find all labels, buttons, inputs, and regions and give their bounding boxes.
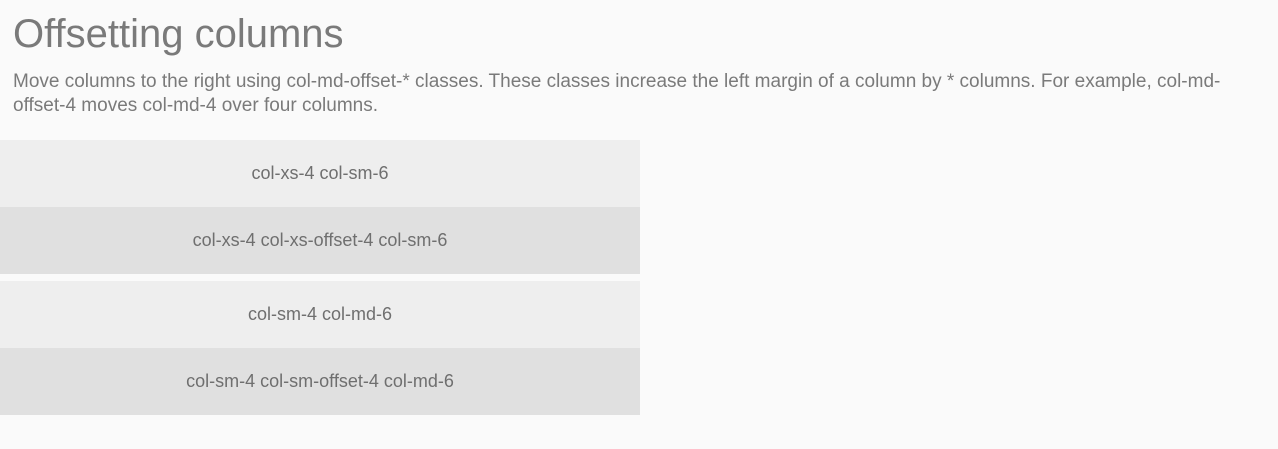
page-description: Move columns to the right using col-md-o… xyxy=(13,71,1221,116)
grid-demo-row-1: col-xs-4 col-sm-6 col-xs-4 col-xs-offset… xyxy=(0,140,640,274)
page-title: Offsetting columns xyxy=(13,12,344,56)
grid-demo-cell: col-sm-4 col-sm-offset-4 col-md-6 xyxy=(0,348,640,415)
grid-demo-cell: col-sm-4 col-md-6 xyxy=(0,281,640,348)
page: Offsetting columns Move columns to the r… xyxy=(0,0,1278,449)
grid-demo-cell: col-xs-4 col-sm-6 xyxy=(0,140,640,207)
grid-demo-row-2: col-sm-4 col-md-6 col-sm-4 col-sm-offset… xyxy=(0,281,640,415)
grid-demo-cell: col-xs-4 col-xs-offset-4 col-sm-6 xyxy=(0,207,640,274)
